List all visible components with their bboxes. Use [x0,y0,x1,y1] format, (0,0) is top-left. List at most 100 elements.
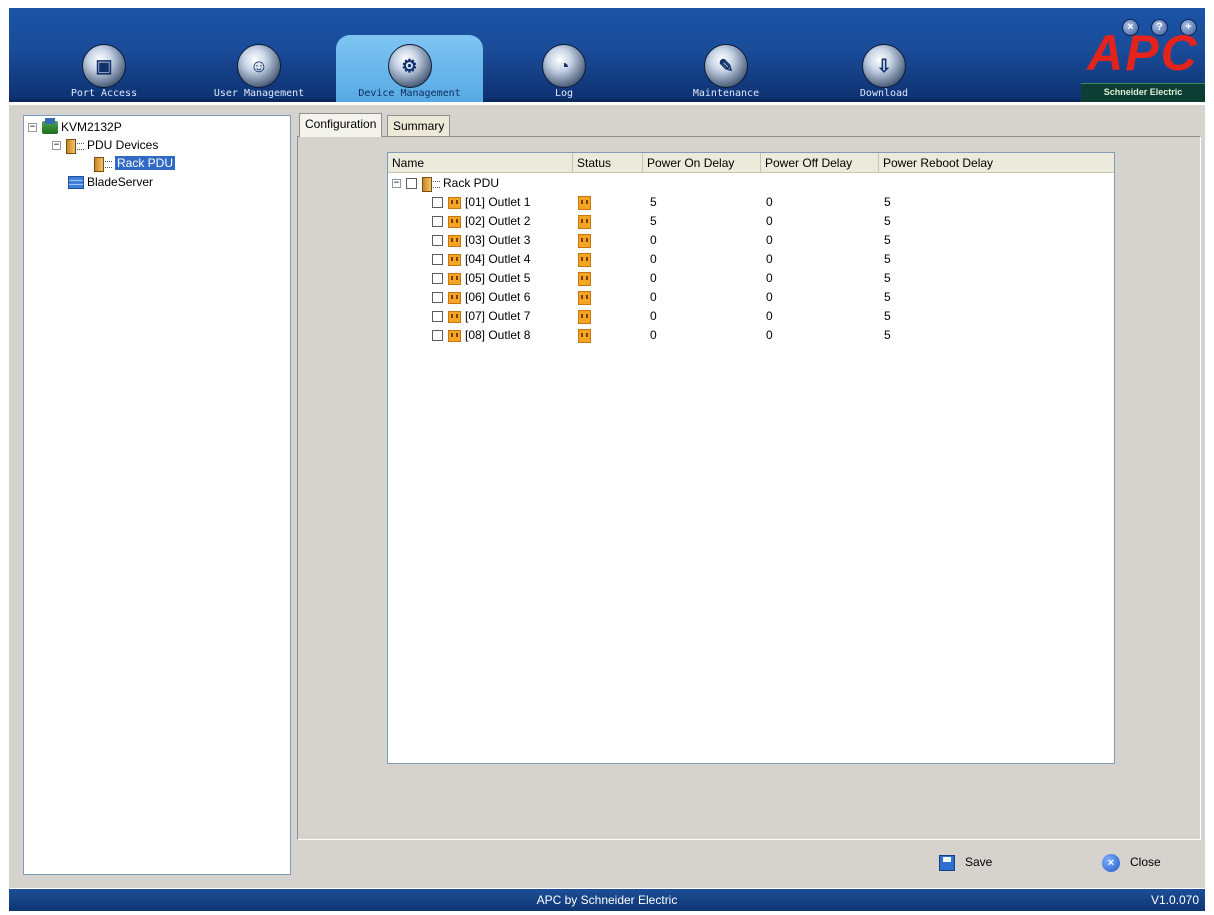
download-icon: ⇩ [862,44,906,88]
outlet-status-icon [578,290,591,305]
power-off-delay[interactable]: 0 [766,326,773,345]
outlet-status-icon [578,309,591,324]
table-row[interactable]: [04] Outlet 4 0 0 5 [388,250,1114,269]
power-off-delay[interactable]: 0 [766,307,773,326]
outlet-name: [06] Outlet 6 [465,290,531,304]
tree-node-rack-pdu[interactable]: Rack PDU [94,155,176,173]
status-bar: APC by Schneider Electric V1.0.070 [9,889,1205,911]
nav-tab-port-access[interactable]: ▣ Port Access [59,8,149,102]
column-header-status[interactable]: Status [573,153,643,173]
power-off-delay[interactable]: 0 [766,231,773,250]
outlet-checkbox[interactable] [432,254,443,266]
table-row[interactable]: [01] Outlet 1 5 0 5 [388,193,1114,212]
group-checkbox[interactable] [406,178,417,190]
outlet-list[interactable]: Name Status Power On Delay Power Off Del… [387,152,1115,764]
table-row[interactable]: [05] Outlet 5 0 0 5 [388,269,1114,288]
power-on-delay[interactable]: 0 [650,231,657,250]
power-on-delay[interactable]: 0 [650,288,657,307]
nav-tab-device-management[interactable]: ⚙ Device Management [336,35,483,102]
outlet-status-icon [578,233,591,248]
table-row[interactable]: [03] Outlet 3 0 0 5 [388,231,1114,250]
power-reboot-delay[interactable]: 5 [884,193,891,212]
main-area: − KVM2132P − PDU Devices Rack PDU BladeSer… [9,105,1205,888]
tree-node-bladeserver[interactable]: BladeServer [68,174,153,190]
power-on-delay[interactable]: 0 [650,250,657,269]
tree-node-pdu-devices[interactable]: − PDU Devices [52,137,159,155]
list-header: Name Status Power On Delay Power Off Del… [388,153,1114,173]
tab-summary[interactable]: Summary [387,115,451,137]
kvm-icon [42,118,58,135]
port-access-icon: ▣ [82,44,126,88]
outlet-checkbox[interactable] [432,235,443,247]
outlet-icon [448,291,461,304]
close-label: Close [1130,855,1161,869]
nav-tab-maintenance[interactable]: ✎ Maintenance [676,8,776,102]
power-reboot-delay[interactable]: 5 [884,250,891,269]
outlet-checkbox[interactable] [432,273,443,285]
outlet-icon [448,234,461,247]
collapse-icon[interactable]: − [52,141,61,151]
tree-label: PDU Devices [87,138,159,152]
column-header-name[interactable]: Name [388,153,573,173]
nav-tab-label: Download [859,88,909,99]
power-off-delay[interactable]: 0 [766,269,773,288]
power-reboot-delay[interactable]: 5 [884,288,891,307]
table-row[interactable]: [08] Outlet 8 0 0 5 [388,326,1114,345]
user-management-icon: ☺ [237,44,281,88]
close-button[interactable]: × Close [1102,851,1161,873]
tab-configuration[interactable]: Configuration [299,113,383,137]
nav-tab-download[interactable]: ⇩ Download [839,8,929,102]
status-text: APC by Schneider Electric [536,893,678,907]
power-reboot-delay[interactable]: 5 [884,212,891,231]
outlet-checkbox[interactable] [432,292,443,304]
collapse-icon[interactable]: − [28,123,37,133]
outlet-status-icon [578,214,591,229]
column-header-power-on-delay[interactable]: Power On Delay [643,153,761,173]
table-row[interactable]: [06] Outlet 6 0 0 5 [388,288,1114,307]
power-off-delay[interactable]: 0 [766,193,773,212]
tree-node-kvm[interactable]: − KVM2132P [28,118,122,135]
outlet-status-icon [578,328,591,343]
nav-tab-user-management[interactable]: ☺ User Management [194,8,324,102]
power-off-delay[interactable]: 0 [766,288,773,307]
power-off-delay[interactable]: 0 [766,250,773,269]
power-off-delay[interactable]: 0 [766,212,773,231]
nav-tab-label: User Management [213,88,305,99]
column-header-power-reboot-delay[interactable]: Power Reboot Delay [879,153,1114,173]
table-row[interactable]: [07] Outlet 7 0 0 5 [388,307,1114,326]
power-on-delay[interactable]: 0 [650,307,657,326]
power-on-delay[interactable]: 0 [650,326,657,345]
device-management-icon: ⚙ [387,44,432,88]
save-icon [939,854,955,871]
tree-label: KVM2132P [61,120,122,134]
outlet-name: [05] Outlet 5 [465,271,531,285]
power-on-delay[interactable]: 5 [650,193,657,212]
nav-tab-label: Device Management [358,88,461,99]
power-reboot-delay[interactable]: 5 [884,269,891,288]
outlet-name: [07] Outlet 7 [465,309,531,323]
tree-label: BladeServer [87,175,154,189]
power-reboot-delay[interactable]: 5 [884,231,891,250]
configuration-panel: Name Status Power On Delay Power Off Del… [297,136,1201,840]
power-reboot-delay[interactable]: 5 [884,307,891,326]
outlet-icon [448,196,461,209]
nav-tab-log[interactable]: ◔ Log [524,8,604,102]
group-label: Rack PDU [443,176,500,190]
power-on-delay[interactable]: 5 [650,212,657,231]
nav-tab-label: Port Access [70,88,138,99]
list-group-row[interactable]: − Rack PDU [388,174,1114,193]
save-button[interactable]: Save [939,851,992,873]
outlet-checkbox[interactable] [432,216,443,228]
collapse-icon[interactable]: − [392,179,401,189]
outlet-checkbox[interactable] [432,311,443,323]
header-bar: ▣ Port Access ☺ User Management ⚙ Device… [9,8,1205,102]
outlet-checkbox[interactable] [432,197,443,209]
column-header-power-off-delay[interactable]: Power Off Delay [761,153,879,173]
power-on-delay[interactable]: 0 [650,269,657,288]
table-row[interactable]: [02] Outlet 2 5 0 5 [388,212,1114,231]
maintenance-icon: ✎ [704,44,748,88]
tree-label: Rack PDU [115,156,176,170]
power-reboot-delay[interactable]: 5 [884,326,891,345]
outlet-name: [03] Outlet 3 [465,233,531,247]
outlet-checkbox[interactable] [432,330,443,342]
